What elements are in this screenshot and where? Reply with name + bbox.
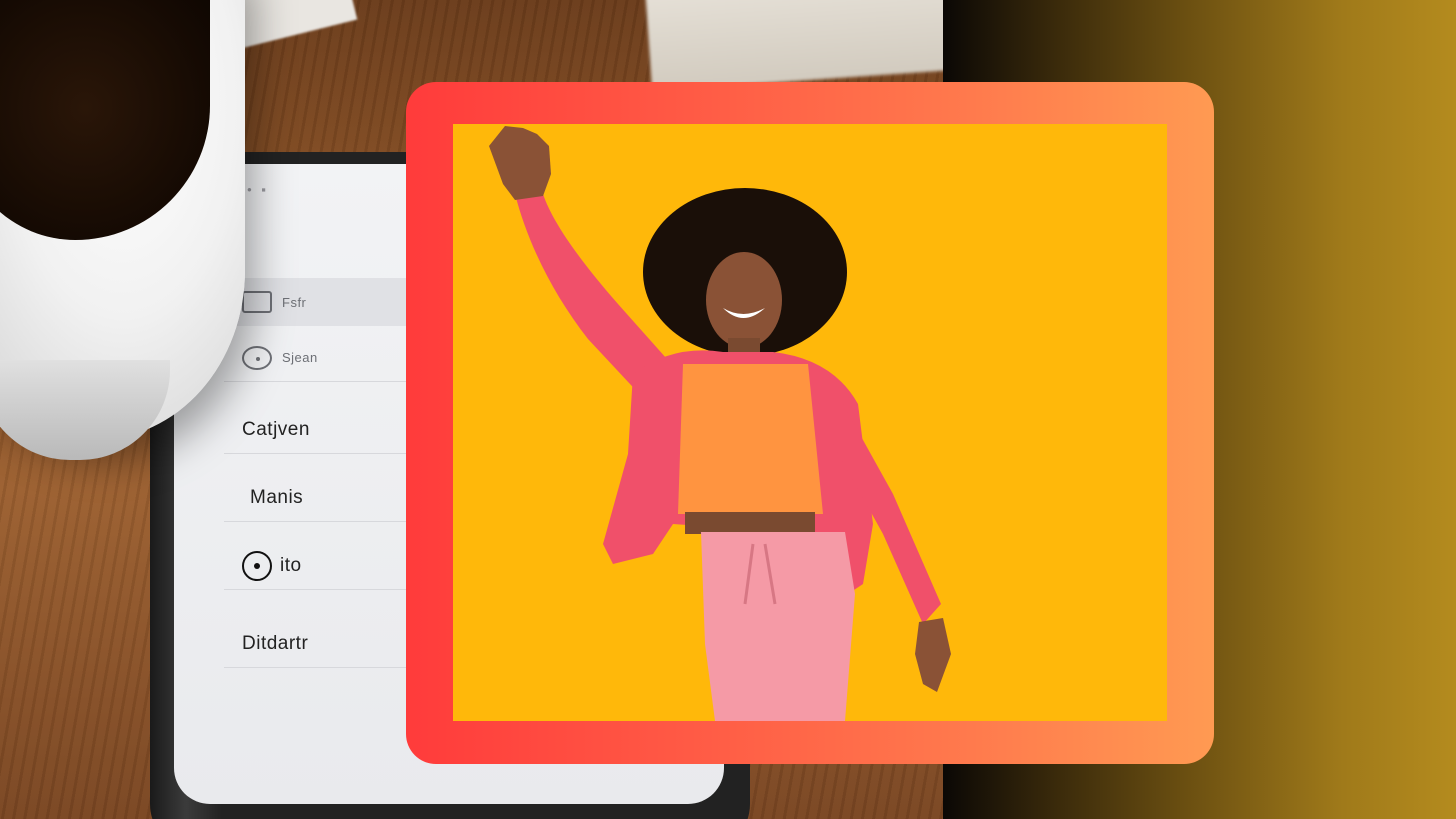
face xyxy=(706,252,782,348)
menu-item-label: Sjean xyxy=(282,350,318,365)
midriff xyxy=(685,512,815,534)
menu-item-label: Catjven xyxy=(242,418,310,440)
person-photo xyxy=(453,124,1167,721)
target-icon xyxy=(242,550,272,581)
speech-bubble-icon xyxy=(242,345,272,370)
orange-crop-top xyxy=(678,364,823,514)
waving-woman-illustration xyxy=(489,126,951,721)
menu-item-label: Ditdartr xyxy=(242,632,309,654)
lowered-hand xyxy=(915,618,951,692)
square-icon xyxy=(242,291,272,313)
menu-item-label: ito xyxy=(280,554,302,576)
menu-item-label: Manis xyxy=(250,486,304,508)
menu-item-label: Fsfr xyxy=(282,294,307,310)
scene: ••• ▪ Fsfr Sjean Catjven Manis ito Ditda… xyxy=(0,0,1456,819)
waving-hand xyxy=(489,126,551,200)
pink-pants xyxy=(701,532,855,721)
highlight-frame xyxy=(406,82,1214,764)
